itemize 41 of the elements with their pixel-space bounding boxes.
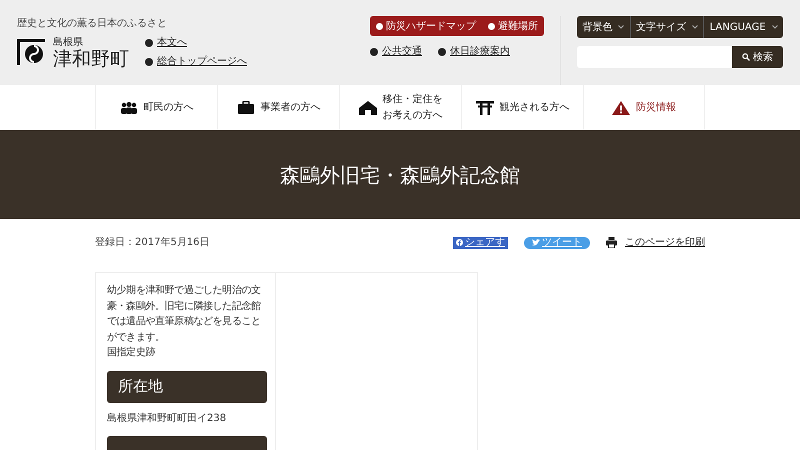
caret-icon — [618, 25, 624, 29]
address-text: 島根県津和野町町田イ238 — [107, 412, 228, 426]
people-icon — [120, 100, 138, 114]
info-link[interactable]: 公共交通 — [382, 44, 422, 59]
bullet-icon — [370, 48, 378, 56]
nav-tab[interactable]: 防災情報 — [583, 85, 705, 130]
settings-dropdown[interactable]: LANGUAGE — [703, 16, 783, 38]
town-emblem-icon — [17, 39, 45, 65]
skip-link[interactable]: 本文へ — [157, 35, 187, 50]
torii-gate-icon — [476, 100, 494, 114]
bullet-icon — [145, 38, 153, 46]
prefecture-name: 島根県 — [53, 36, 84, 49]
description-text: 幼少期を津和野で過ごした明治の文豪・森鷗外。旧宅に隣接した記念館では遺品や直筆原稿などを見ることができます。 — [107, 284, 262, 344]
settings-dropdown[interactable]: 背景色 — [577, 16, 630, 38]
printer-icon — [606, 237, 617, 248]
disaster-link[interactable]: 防災ハザードマップ — [370, 16, 482, 36]
disaster-link[interactable]: 避難場所 — [482, 16, 544, 36]
bullet-icon — [438, 48, 446, 56]
bullet-icon — [145, 58, 153, 66]
caret-icon — [692, 25, 698, 29]
town-name: 津和野町 — [53, 50, 129, 69]
registration-date: 登録日：2017年5月16日 — [95, 236, 210, 250]
bullet-icon — [488, 22, 495, 30]
skip-link[interactable]: 総合トップページへ — [157, 54, 247, 69]
search-icon — [742, 53, 750, 61]
search-field[interactable] — [577, 46, 732, 68]
caret-icon — [772, 25, 778, 29]
warning-icon — [612, 100, 630, 114]
tagline: 歴史と文化の薫る日本のふるさと — [17, 16, 168, 31]
bird-icon — [532, 239, 540, 246]
facebook-icon — [456, 239, 463, 246]
section-heading: 所在地 — [107, 370, 267, 402]
house-icon — [358, 100, 376, 114]
page-title: 森鷗外旧宅・森鷗外記念館 — [280, 162, 520, 186]
print-link[interactable]: このページを印刷 — [625, 235, 705, 250]
designation-note: 国指定史跡 — [107, 346, 156, 360]
search-button[interactable]: 検索 — [732, 46, 783, 68]
bullet-icon — [376, 22, 383, 30]
info-link[interactable]: 休日診療案内 — [450, 44, 510, 59]
settings-dropdown[interactable]: 文字サイズ — [630, 16, 704, 38]
briefcase-icon — [236, 100, 254, 114]
